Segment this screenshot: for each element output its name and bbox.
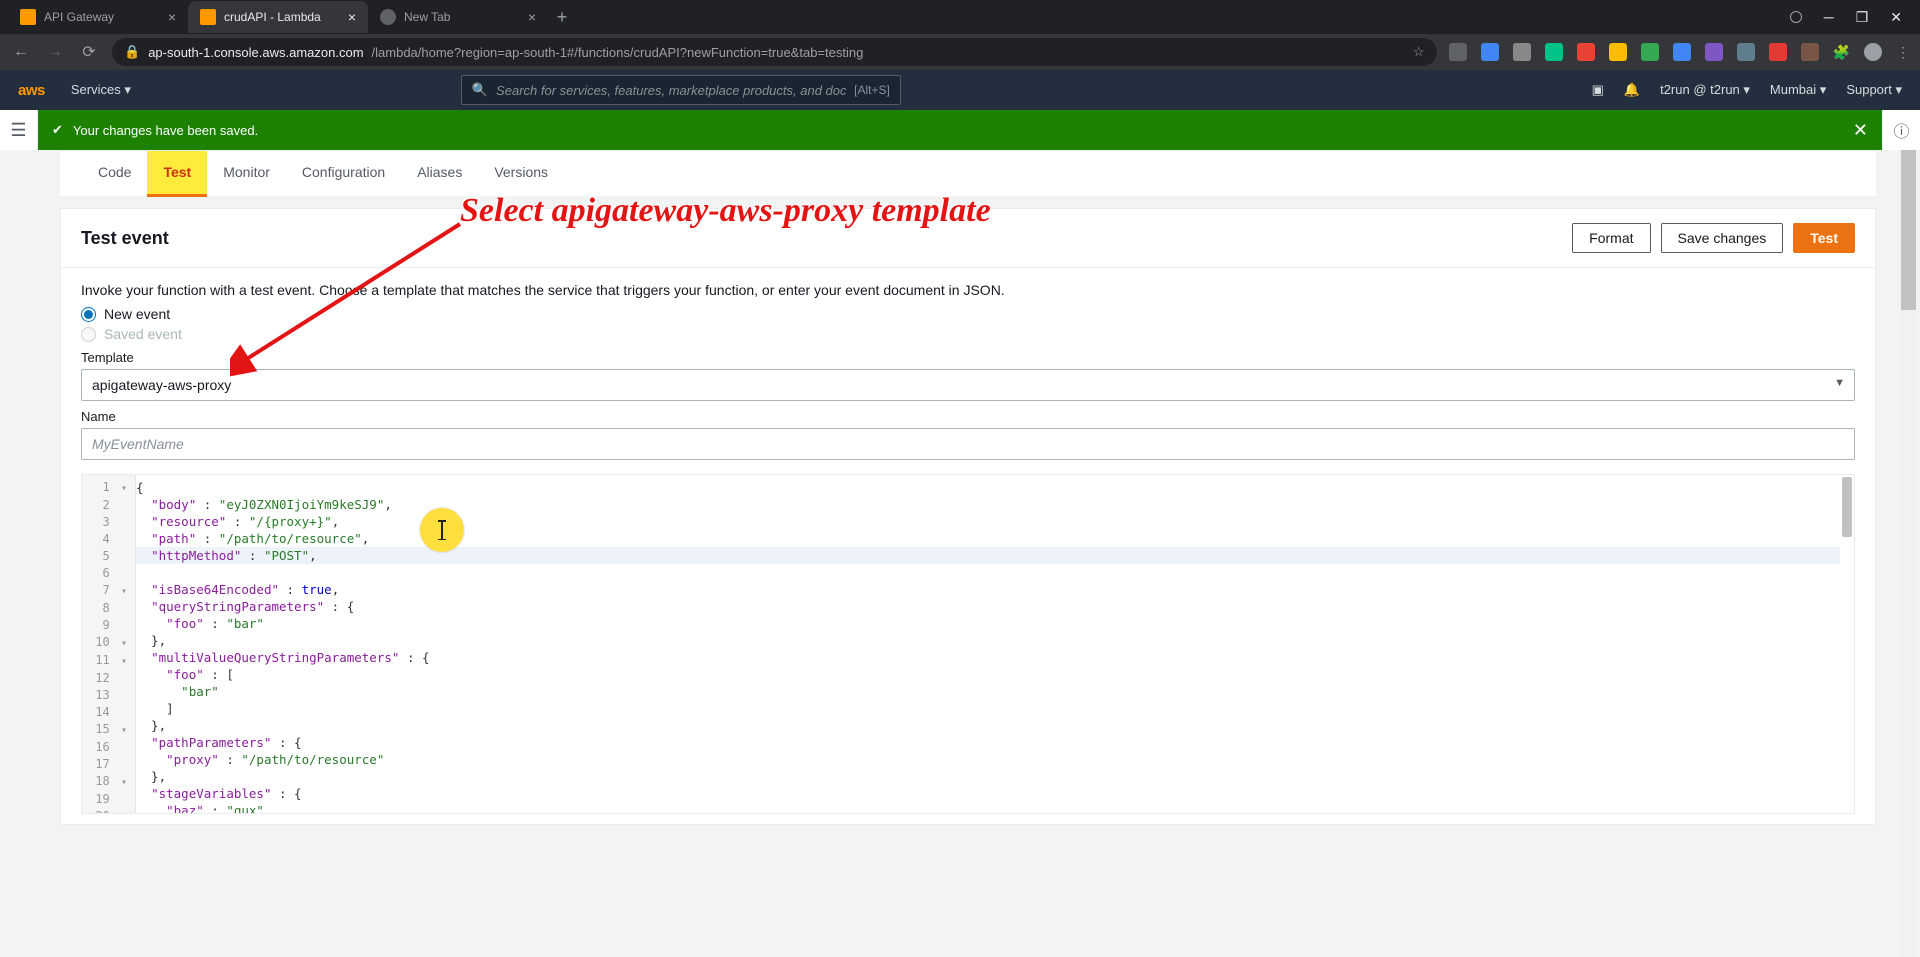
event-name-input[interactable] <box>81 428 1855 460</box>
side-nav-toggle[interactable]: ☰ <box>0 110 38 150</box>
browser-tab-0[interactable]: API Gateway × <box>8 1 188 33</box>
template-label: Template <box>81 350 1855 365</box>
ext-icon[interactable] <box>1481 43 1499 61</box>
url-host: ap-south-1.console.aws.amazon.com <box>148 45 363 60</box>
tab-title: New Tab <box>404 10 450 24</box>
subnav-row: ☰ ✔ Your changes have been saved. ✕ ⓘ <box>0 110 1920 150</box>
banner-message: Your changes have been saved. <box>73 123 258 138</box>
check-circle-icon: ✔ <box>52 122 63 138</box>
address-bar: ← → ⟳ 🔒 ap-south-1.console.aws.amazon.co… <box>0 34 1920 70</box>
test-event-card: Test event Format Save changes Test Invo… <box>60 208 1876 825</box>
ext-icon[interactable] <box>1641 43 1659 61</box>
browser-chrome: API Gateway × crudAPI - Lambda × New Tab… <box>0 0 1920 70</box>
services-menu[interactable]: Services ▾ <box>71 82 131 98</box>
region-menu[interactable]: Mumbai ▾ <box>1770 82 1826 98</box>
browser-tab-2[interactable]: New Tab × <box>368 1 548 33</box>
success-banner: ✔ Your changes have been saved. ✕ <box>38 110 1882 150</box>
url-path: /lambda/home?region=ap-south-1#/function… <box>372 45 864 60</box>
search-shortcut: [Alt+S] <box>854 83 890 97</box>
reload-icon[interactable]: ⟳ <box>78 42 100 62</box>
save-changes-button[interactable]: Save changes <box>1661 223 1784 253</box>
content: Code Test Monitor Configuration Aliases … <box>38 150 1898 957</box>
name-label: Name <box>81 409 1855 424</box>
ext-icon[interactable] <box>1705 43 1723 61</box>
aws-favicon-icon <box>20 9 36 25</box>
notifications-icon[interactable]: 🔔 <box>1624 82 1640 98</box>
cloudshell-icon[interactable]: ▣ <box>1592 82 1604 98</box>
url-input[interactable]: 🔒 ap-south-1.console.aws.amazon.com/lamb… <box>112 38 1437 66</box>
aws-nav-right: ▣ 🔔 t2run @ t2run ▾ Mumbai ▾ Support ▾ <box>1592 82 1902 98</box>
extensions-icon[interactable]: 🧩 <box>1833 44 1850 61</box>
tab-title: API Gateway <box>44 10 114 24</box>
close-icon[interactable]: × <box>348 9 356 25</box>
ext-icon[interactable] <box>1769 43 1787 61</box>
format-button[interactable]: Format <box>1572 223 1650 253</box>
profile-avatar-icon[interactable] <box>1864 43 1882 61</box>
forward-icon[interactable]: → <box>44 43 66 61</box>
tab-bar: API Gateway × crudAPI - Lambda × New Tab… <box>0 0 1920 34</box>
new-tab-button[interactable]: + <box>548 7 576 28</box>
tab-monitor[interactable]: Monitor <box>207 151 286 197</box>
test-event-header: Test event Format Save changes Test <box>61 209 1875 268</box>
test-event-description: Invoke your function with a test event. … <box>81 282 1855 298</box>
new-event-radio-input[interactable] <box>81 307 96 322</box>
info-icon[interactable]: ⓘ <box>1882 110 1920 150</box>
editor-scrollbar[interactable] <box>1842 477 1852 811</box>
close-window-icon[interactable]: ✕ <box>1890 9 1902 26</box>
ext-icon[interactable] <box>1801 43 1819 61</box>
new-event-radio[interactable]: New event <box>81 306 1855 322</box>
test-event-body: Invoke your function with a test event. … <box>61 268 1875 814</box>
lock-icon: 🔒 <box>124 44 140 60</box>
tab-configuration[interactable]: Configuration <box>286 151 401 197</box>
support-menu[interactable]: Support ▾ <box>1846 82 1902 98</box>
editor-scrollbar-thumb[interactable] <box>1842 477 1852 537</box>
aws-search-input[interactable] <box>496 83 846 98</box>
json-editor[interactable]: 1 ▾2 3 4 5 6 7 ▾8 9 10 ▾11 ▾12 13 14 15 … <box>81 474 1855 814</box>
tab-title: crudAPI - Lambda <box>224 10 321 24</box>
saved-event-radio-input[interactable] <box>81 327 96 342</box>
function-tabs: Code Test Monitor Configuration Aliases … <box>60 150 1876 196</box>
chrome-favicon-icon <box>380 9 396 25</box>
incognito-icon <box>1790 11 1802 23</box>
extension-icons: 🧩 ⋮ <box>1449 43 1910 61</box>
aws-search[interactable]: 🔍 [Alt+S] <box>461 75 901 105</box>
test-event-actions: Format Save changes Test <box>1572 223 1855 253</box>
tab-versions[interactable]: Versions <box>478 151 564 197</box>
editor-content[interactable]: { "body" : "eyJ0ZXN0IjoiYm9keSJ9", "reso… <box>136 479 1840 813</box>
menu-icon[interactable]: ⋮ <box>1896 44 1910 61</box>
search-icon: 🔍 <box>472 82 488 98</box>
test-button[interactable]: Test <box>1793 223 1855 253</box>
tab-aliases[interactable]: Aliases <box>401 151 478 197</box>
aws-favicon-icon <box>200 9 216 25</box>
close-icon[interactable]: × <box>528 9 536 25</box>
back-icon[interactable]: ← <box>10 43 32 61</box>
page-scrollbar[interactable] <box>1901 150 1916 957</box>
ext-icon[interactable] <box>1577 43 1595 61</box>
window-controls: ─ ❐ ✕ <box>1790 9 1920 26</box>
editor-gutter: 1 ▾2 3 4 5 6 7 ▾8 9 10 ▾11 ▾12 13 14 15 … <box>82 475 136 813</box>
ext-icon[interactable] <box>1609 43 1627 61</box>
close-icon[interactable]: ✕ <box>1853 120 1868 141</box>
close-icon[interactable]: × <box>168 9 176 25</box>
aws-global-nav: aws Services ▾ 🔍 [Alt+S] ▣ 🔔 t2run @ t2r… <box>0 70 1920 110</box>
tab-test[interactable]: Test <box>147 151 207 197</box>
browser-tab-1[interactable]: crudAPI - Lambda × <box>188 1 368 33</box>
aws-logo[interactable]: aws <box>18 82 45 99</box>
template-select[interactable] <box>81 369 1855 401</box>
ext-icon[interactable] <box>1737 43 1755 61</box>
minimize-icon[interactable]: ─ <box>1824 9 1834 25</box>
template-select-wrap <box>81 369 1855 401</box>
account-menu[interactable]: t2run @ t2run ▾ <box>1660 82 1750 98</box>
star-icon[interactable]: ☆ <box>1413 44 1425 60</box>
ext-icon[interactable] <box>1449 43 1467 61</box>
ext-icon[interactable] <box>1513 43 1531 61</box>
ext-icon[interactable] <box>1673 43 1691 61</box>
tab-code[interactable]: Code <box>82 151 147 197</box>
ext-icon[interactable] <box>1545 43 1563 61</box>
maximize-icon[interactable]: ❐ <box>1856 9 1869 26</box>
saved-event-radio[interactable]: Saved event <box>81 326 1855 342</box>
page-scrollbar-thumb[interactable] <box>1901 150 1916 310</box>
test-event-title: Test event <box>81 228 169 249</box>
